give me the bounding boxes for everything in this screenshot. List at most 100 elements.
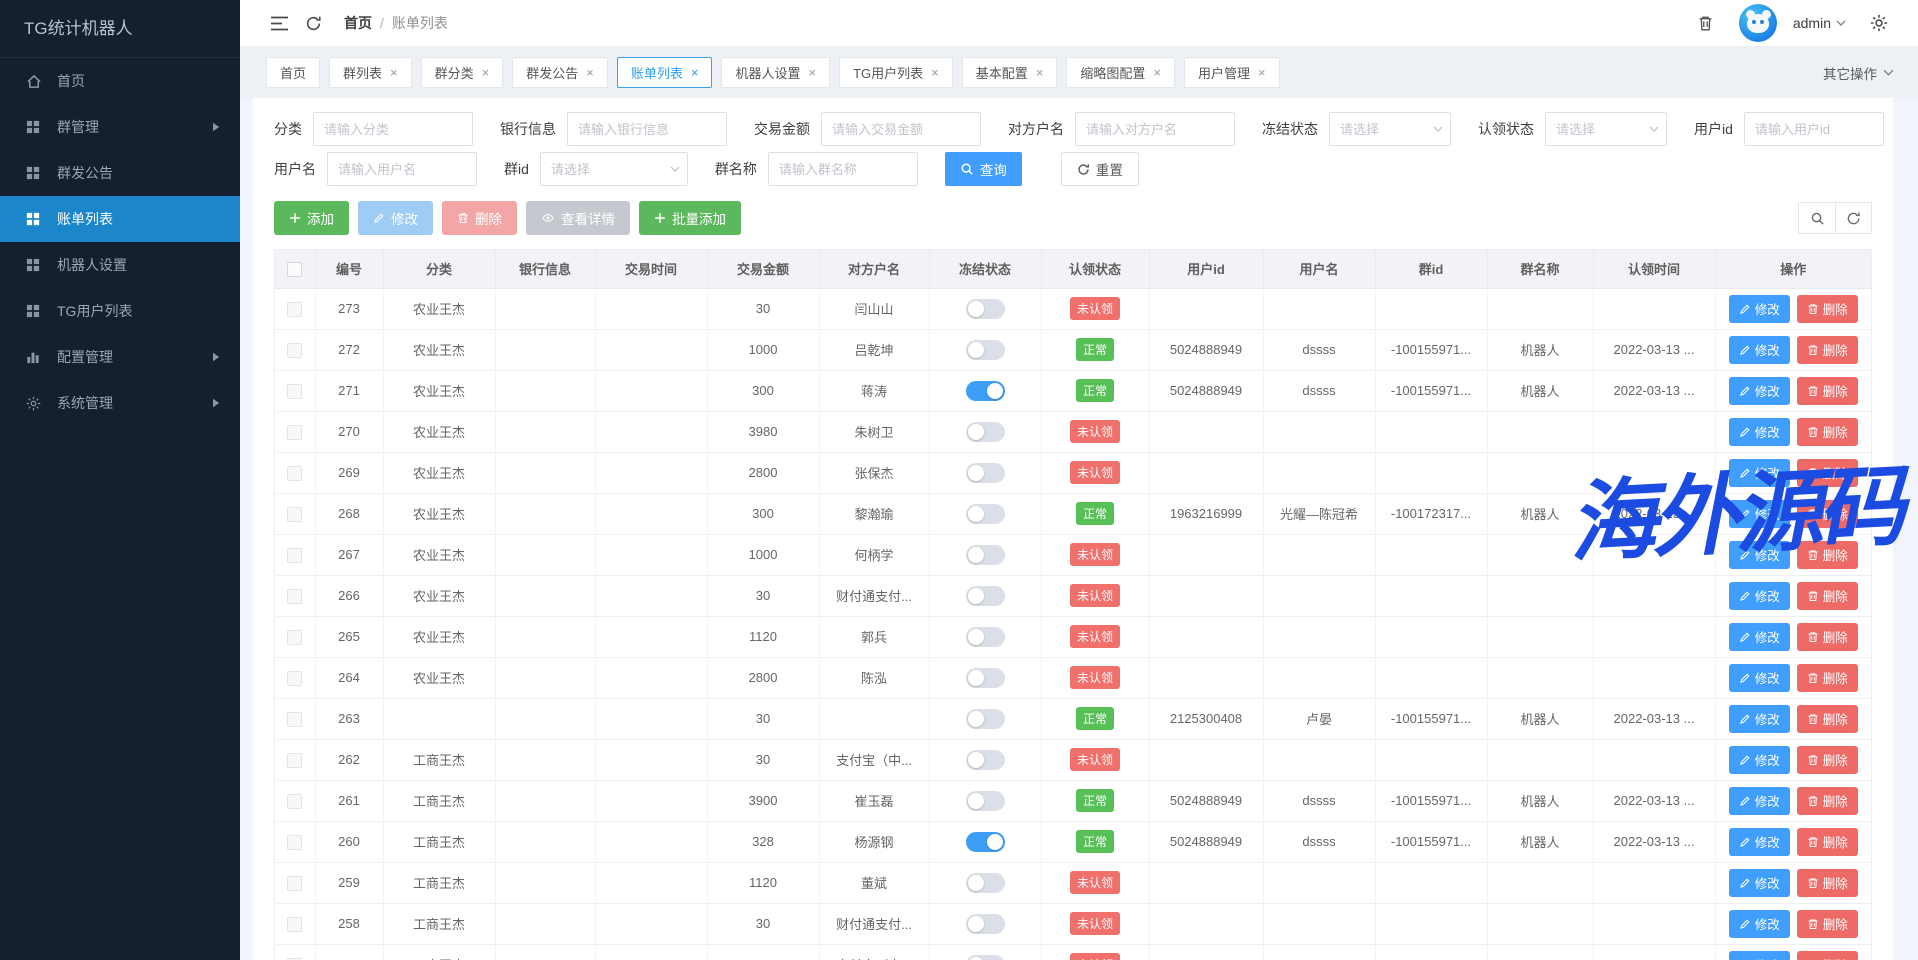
view-detail-button[interactable]: 查看详情	[526, 201, 630, 235]
row-checkbox[interactable]	[287, 302, 302, 317]
claim-status-select-input[interactable]	[1545, 112, 1667, 146]
row-edit-button[interactable]: 修改	[1729, 787, 1790, 815]
frozen-toggle[interactable]	[966, 381, 1005, 401]
row-delete-button[interactable]: 删除	[1797, 418, 1858, 446]
row-edit-button[interactable]: 修改	[1729, 746, 1790, 774]
tab-group-broadcast[interactable]: 群发公告×	[512, 57, 608, 88]
row-checkbox[interactable]	[287, 466, 302, 481]
bank-info-input[interactable]	[567, 112, 727, 146]
reset-button[interactable]: 重置	[1061, 152, 1139, 186]
row-edit-button[interactable]: 修改	[1729, 459, 1790, 487]
row-delete-button[interactable]: 删除	[1797, 869, 1858, 897]
tab-close-icon[interactable]: ×	[1036, 66, 1044, 79]
trash-icon[interactable]	[1689, 8, 1723, 38]
row-delete-button[interactable]: 删除	[1797, 664, 1858, 692]
frozen-status-select[interactable]	[1329, 112, 1451, 146]
select-all-checkbox[interactable]	[287, 262, 302, 277]
row-checkbox[interactable]	[287, 794, 302, 809]
tab-thumbnail-config[interactable]: 缩略图配置×	[1066, 57, 1175, 88]
refresh-icon[interactable]	[296, 8, 330, 38]
table-search-icon[interactable]	[1798, 202, 1835, 234]
row-edit-button[interactable]: 修改	[1729, 500, 1790, 528]
row-delete-button[interactable]: 删除	[1797, 623, 1858, 651]
claim-status-select[interactable]	[1545, 112, 1667, 146]
tab-bill-list[interactable]: 账单列表×	[617, 57, 713, 88]
username-input[interactable]	[327, 152, 477, 186]
frozen-toggle[interactable]	[966, 750, 1005, 770]
frozen-toggle[interactable]	[966, 668, 1005, 688]
row-checkbox[interactable]	[287, 507, 302, 522]
row-checkbox[interactable]	[287, 343, 302, 358]
search-button[interactable]: 查询	[945, 152, 1022, 186]
row-edit-button[interactable]: 修改	[1729, 295, 1790, 323]
tab-robot-settings[interactable]: 机器人设置×	[721, 57, 830, 88]
group-id-select-input[interactable]	[540, 152, 688, 186]
tab-close-icon[interactable]: ×	[808, 66, 816, 79]
trade-amount-input[interactable]	[821, 112, 981, 146]
frozen-toggle[interactable]	[966, 873, 1005, 893]
frozen-status-select-input[interactable]	[1329, 112, 1451, 146]
sidebar-item-group-broadcast[interactable]: 群发公告	[0, 150, 240, 196]
row-delete-button[interactable]: 删除	[1797, 336, 1858, 364]
frozen-toggle[interactable]	[966, 504, 1005, 524]
row-checkbox[interactable]	[287, 425, 302, 440]
tab-close-icon[interactable]: ×	[586, 66, 594, 79]
row-delete-button[interactable]: 删除	[1797, 295, 1858, 323]
row-edit-button[interactable]: 修改	[1729, 828, 1790, 856]
edit-button[interactable]: 修改	[358, 201, 433, 235]
batch-add-button[interactable]: 批量添加	[639, 201, 741, 235]
frozen-toggle[interactable]	[966, 586, 1005, 606]
row-checkbox[interactable]	[287, 712, 302, 727]
sidebar-item-bill-list[interactable]: 账单列表	[0, 196, 240, 242]
row-delete-button[interactable]: 删除	[1797, 787, 1858, 815]
row-edit-button[interactable]: 修改	[1729, 951, 1790, 960]
add-button[interactable]: 添加	[274, 201, 349, 235]
row-checkbox[interactable]	[287, 835, 302, 850]
row-edit-button[interactable]: 修改	[1729, 541, 1790, 569]
frozen-toggle[interactable]	[966, 422, 1005, 442]
user-id-input[interactable]	[1744, 112, 1884, 146]
row-checkbox[interactable]	[287, 671, 302, 686]
tab-basic-config[interactable]: 基本配置×	[962, 57, 1058, 88]
gear-icon[interactable]	[1862, 8, 1896, 38]
frozen-toggle[interactable]	[966, 545, 1005, 565]
row-edit-button[interactable]: 修改	[1729, 910, 1790, 938]
tab-home[interactable]: 首页	[266, 57, 320, 88]
group-id-select[interactable]	[540, 152, 688, 186]
tab-group-list[interactable]: 群列表×	[329, 57, 412, 88]
row-delete-button[interactable]: 删除	[1797, 500, 1858, 528]
breadcrumb-home[interactable]: 首页	[344, 13, 372, 33]
row-checkbox[interactable]	[287, 630, 302, 645]
row-checkbox[interactable]	[287, 589, 302, 604]
collapse-menu-icon[interactable]	[262, 8, 296, 38]
tab-close-icon[interactable]: ×	[390, 66, 398, 79]
row-delete-button[interactable]: 删除	[1797, 746, 1858, 774]
row-edit-button[interactable]: 修改	[1729, 705, 1790, 733]
frozen-toggle[interactable]	[966, 299, 1005, 319]
tab-close-icon[interactable]: ×	[482, 66, 490, 79]
table-refresh-icon[interactable]	[1835, 202, 1872, 234]
row-edit-button[interactable]: 修改	[1729, 418, 1790, 446]
more-actions-dropdown[interactable]: 其它操作	[1823, 57, 1894, 88]
row-edit-button[interactable]: 修改	[1729, 664, 1790, 692]
tab-close-icon[interactable]: ×	[1258, 66, 1266, 79]
frozen-toggle[interactable]	[966, 340, 1005, 360]
frozen-toggle[interactable]	[966, 791, 1005, 811]
row-delete-button[interactable]: 删除	[1797, 377, 1858, 405]
sidebar-item-tg-user-list[interactable]: TG用户列表	[0, 288, 240, 334]
row-edit-button[interactable]: 修改	[1729, 869, 1790, 897]
delete-button[interactable]: 删除	[442, 201, 517, 235]
row-checkbox[interactable]	[287, 384, 302, 399]
sidebar-item-group-manage[interactable]: 群管理	[0, 104, 240, 150]
row-delete-button[interactable]: 删除	[1797, 951, 1858, 960]
avatar[interactable]	[1739, 4, 1777, 42]
frozen-toggle[interactable]	[966, 914, 1005, 934]
sidebar-item-config-manage[interactable]: 配置管理	[0, 334, 240, 380]
group-name-input[interactable]	[768, 152, 918, 186]
tab-tg-user-list[interactable]: TG用户列表×	[839, 57, 953, 88]
row-delete-button[interactable]: 删除	[1797, 705, 1858, 733]
row-delete-button[interactable]: 删除	[1797, 582, 1858, 610]
row-checkbox[interactable]	[287, 753, 302, 768]
user-dropdown[interactable]: admin	[1793, 15, 1846, 31]
row-edit-button[interactable]: 修改	[1729, 582, 1790, 610]
